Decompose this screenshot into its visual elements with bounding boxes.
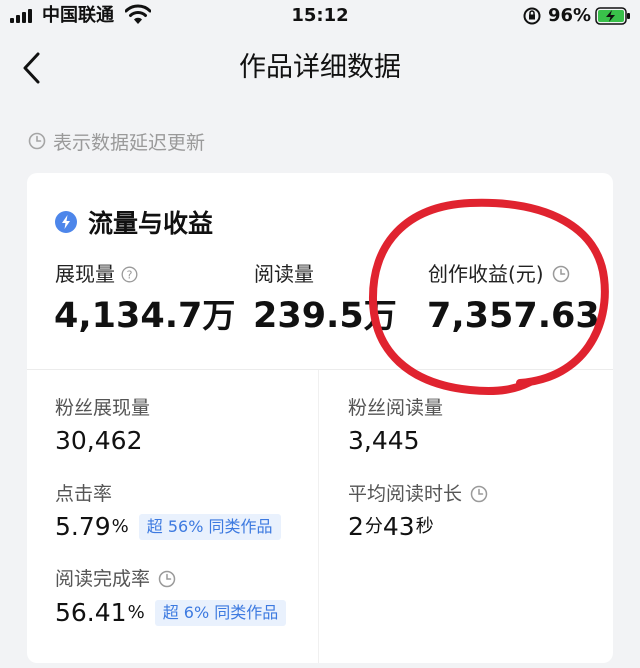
column-divider	[318, 370, 319, 663]
fan-impressions-label: 粉丝展现量	[55, 397, 151, 419]
rotation-lock-icon	[523, 7, 541, 25]
page-title: 作品详细数据	[239, 52, 401, 83]
reads-number: 239.5	[253, 296, 364, 336]
status-bar: 中国联通 15:12 96%	[0, 0, 640, 34]
reads-unit: 万	[363, 296, 397, 335]
fan-impressions-value: 30,462	[55, 426, 143, 455]
card-header: 流量与收益	[55, 206, 213, 238]
traffic-revenue-card: 流量与收益 展现量 ? 4,134.7万 阅读量 239.5万 创作收益(元) …	[27, 173, 613, 663]
completion-rate-value: 56.41% 超 6% 同类作品	[55, 597, 287, 629]
clock-icon	[552, 265, 569, 283]
revenue-number: 7,357.63	[427, 296, 600, 336]
reads-label-text: 阅读量	[254, 262, 314, 286]
ctr-unit: %	[111, 516, 129, 537]
avg-read-minutes-unit: 分	[364, 516, 383, 537]
battery-charging-icon	[595, 7, 630, 25]
reads-label: 阅读量	[254, 261, 314, 287]
completion-rate-number: 56.41	[55, 598, 127, 627]
fan-reads-value: 3,445	[348, 426, 420, 455]
avg-read-seconds-unit: 秒	[415, 516, 434, 537]
lightning-icon	[55, 211, 77, 233]
ctr-value: 5.79% 超 56% 同类作品	[55, 511, 281, 543]
impressions-unit: 万	[202, 296, 236, 335]
clock-icon	[158, 570, 176, 588]
clock-icon	[470, 485, 488, 503]
status-time: 15:12	[291, 5, 349, 26]
card-title: 流量与收益	[88, 209, 214, 238]
ctr-number: 5.79	[55, 512, 111, 541]
ctr-label: 点击率	[55, 483, 113, 505]
avg-read-time-label: 平均阅读时长	[348, 481, 488, 507]
impressions-label-text: 展现量	[55, 262, 115, 286]
reads-value: 239.5万	[253, 294, 397, 338]
battery-percent: 96%	[548, 5, 592, 26]
divider	[27, 369, 613, 370]
revenue-label-text: 创作收益(元)	[428, 262, 544, 286]
avg-read-minutes: 2	[348, 512, 364, 541]
completion-rate-label: 阅读完成率	[55, 566, 176, 592]
revenue-value: 7,357.63	[427, 294, 600, 338]
avg-read-time-label-text: 平均阅读时长	[348, 483, 463, 505]
nav-bar: 作品详细数据	[0, 34, 640, 104]
ctr-comparison-badge: 超 56% 同类作品	[138, 514, 281, 540]
completion-rate-label-text: 阅读完成率	[55, 568, 151, 590]
avg-read-time-value: 2 分 43 秒	[348, 511, 434, 543]
delay-notice: 表示数据延迟更新	[28, 128, 205, 154]
impressions-number: 4,134.7	[54, 296, 203, 336]
fan-reads-label: 粉丝阅读量	[348, 397, 444, 419]
revenue-label: 创作收益(元)	[428, 261, 570, 287]
completion-comparison-badge: 超 6% 同类作品	[154, 600, 287, 626]
svg-text:?: ?	[127, 268, 133, 281]
avg-read-seconds: 43	[382, 512, 415, 541]
completion-rate-unit: %	[127, 602, 145, 623]
delay-notice-text: 表示数据延迟更新	[53, 131, 206, 154]
clock-icon	[28, 132, 46, 150]
impressions-value: 4,134.7万	[54, 294, 235, 338]
impressions-label: 展现量 ?	[55, 261, 138, 287]
question-icon[interactable]: ?	[121, 266, 138, 283]
